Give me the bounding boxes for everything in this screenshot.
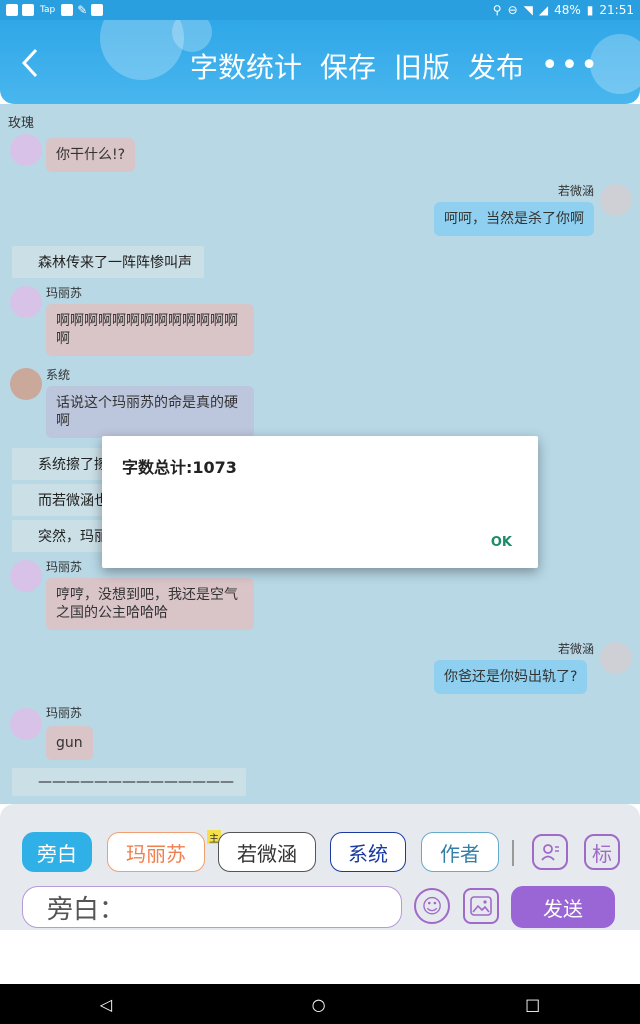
role-author[interactable]: 作者 (421, 832, 499, 872)
battery-icon: ▮ (586, 3, 594, 17)
composer-panel: 旁白 玛丽苏 主 若微涵 系统 作者 标 旁白： ☺ 发送 (0, 804, 640, 930)
dialog-message: 字数总计:1073 (122, 458, 237, 477)
avatar (10, 368, 42, 400)
location-icon: ⚲ (492, 3, 502, 17)
settings-icon: ✎ (77, 3, 88, 17)
word-count-dialog: 字数总计:1073 OK (102, 436, 538, 568)
narration-item[interactable]: 森林传来了一阵阵惨叫声 (12, 246, 204, 278)
app-header: 字数统计 保存 旧版 发布 ••• (0, 20, 640, 104)
bottom-spacer (0, 930, 640, 984)
publish-button[interactable]: 发布 (468, 46, 524, 86)
system-status: ⚲ ⊖ ◥ ◢ 48% ▮ 21:51 (493, 3, 634, 17)
chat-title: 玫瑰 (8, 116, 35, 131)
old-version-button[interactable]: 旧版 (394, 46, 450, 86)
tag-button[interactable]: 标 (584, 834, 620, 870)
status-bar: Tap ✎ ⚲ ⊖ ◥ ◢ 48% ▮ 21:51 (0, 0, 640, 20)
app-icon (22, 4, 34, 16)
app-icon (61, 4, 74, 16)
role-system[interactable]: 系统 (330, 832, 406, 872)
cellular-icon: ◢ (538, 3, 549, 17)
ok-button[interactable]: OK (491, 535, 512, 550)
send-button[interactable]: 发送 (511, 886, 615, 928)
sender-name: 若微涵 (557, 642, 594, 656)
avatar (600, 184, 632, 216)
person-card-icon[interactable] (532, 834, 568, 870)
nav-home-icon[interactable]: ○ (312, 995, 326, 1014)
chevron-left-icon (21, 48, 38, 78)
wifi-icon: ◥ (523, 3, 533, 17)
avatar (10, 708, 42, 740)
battery-percent: 48% (554, 3, 581, 17)
system-navbar: ◁ ○ □ (0, 984, 640, 1024)
tap-icon: Tap (40, 5, 56, 15)
notification-icons: Tap ✎ (6, 3, 104, 17)
role-ruoweihan[interactable]: 若微涵 (218, 832, 316, 872)
image-icon (470, 896, 492, 916)
sender-name: 玛丽苏 (46, 706, 83, 720)
nav-back-icon[interactable]: ◁ (100, 995, 112, 1014)
person-card-icon (541, 844, 559, 861)
sender-name: 玛丽苏 (46, 560, 83, 574)
avatar (10, 286, 42, 318)
save-button[interactable]: 保存 (320, 46, 376, 86)
avatar (10, 560, 42, 592)
narration-item[interactable]: —————————————— (12, 768, 246, 796)
image-icon (91, 4, 104, 16)
message-bubble[interactable]: 哼哼，没想到吧，我还是空气之国的公主哈哈哈 (46, 578, 254, 630)
role-narrator[interactable]: 旁白 (22, 832, 92, 872)
smile-icon[interactable]: ☺ (414, 888, 450, 924)
nav-recent-icon[interactable]: □ (525, 995, 540, 1014)
message-bubble[interactable]: 你爸还是你妈出轨了? (434, 660, 588, 694)
dnd-icon: ⊖ (507, 3, 518, 17)
app-icon (6, 4, 18, 16)
message-bubble[interactable]: gun (46, 726, 93, 760)
role-marisu[interactable]: 玛丽苏 (107, 832, 205, 872)
message-input[interactable]: 旁白： (22, 886, 402, 928)
message-bubble[interactable]: 啊啊啊啊啊啊啊啊啊啊啊啊啊啊 (46, 304, 254, 356)
message-bubble[interactable]: 呵呵，当然是杀了你啊 (434, 202, 594, 236)
message-bubble[interactable]: 话说这个玛丽苏的命是真的硬啊 (46, 386, 254, 438)
divider (512, 840, 514, 866)
clock: 21:51 (599, 3, 634, 17)
sender-name: 若微涵 (557, 184, 594, 198)
back-button[interactable] (20, 46, 50, 80)
message-bubble[interactable]: 你干什么!? (46, 138, 136, 172)
header-actions: 字数统计 保存 旧版 发布 (190, 46, 524, 86)
more-dots-icon[interactable]: ••• (541, 48, 600, 83)
image-icon[interactable] (463, 888, 499, 924)
avatar (600, 642, 632, 674)
avatar (10, 134, 42, 166)
sender-name: 系统 (46, 368, 71, 382)
sender-name: 玛丽苏 (46, 286, 83, 300)
word-count-button[interactable]: 字数统计 (190, 46, 302, 86)
